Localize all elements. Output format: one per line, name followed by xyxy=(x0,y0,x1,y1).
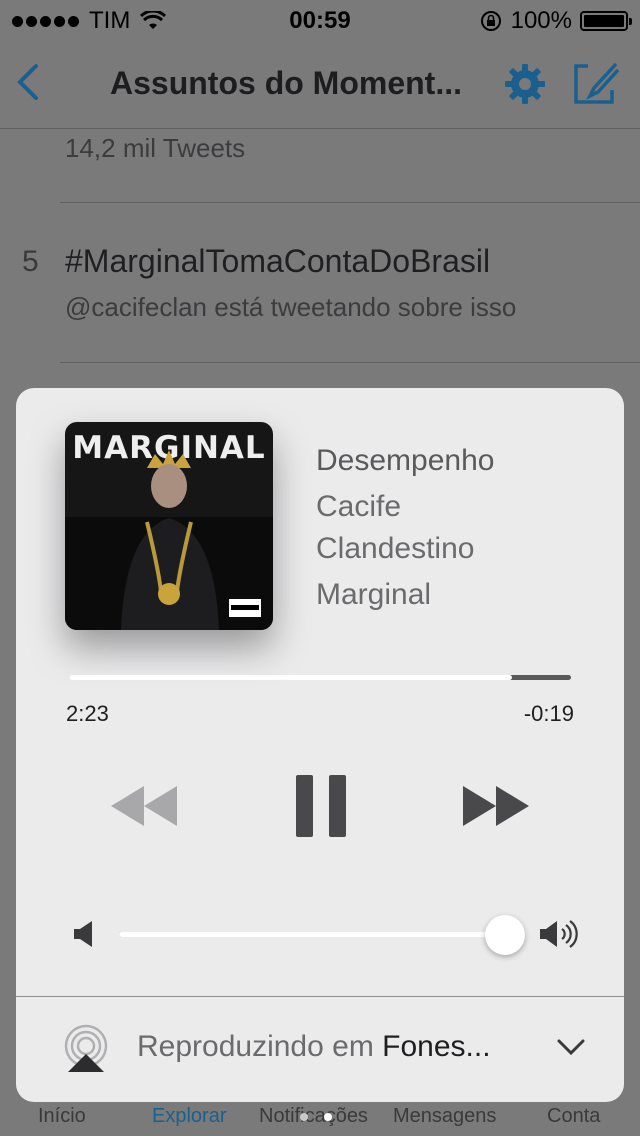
trend-hashtag[interactable]: #MarginalTomaContaDoBrasil xyxy=(65,243,490,280)
song-title: Desempenho xyxy=(316,444,495,477)
trend-subtitle: @cacifeclan está tweetando sobre isso xyxy=(65,292,517,322)
chevron-down-icon[interactable] xyxy=(556,1036,586,1058)
navigation-bar: Assuntos do Moment... xyxy=(0,40,640,129)
progress-bar[interactable] xyxy=(69,675,571,680)
airplay-prefix: Reproduzindo em xyxy=(137,1030,374,1063)
page-dot xyxy=(300,1113,308,1121)
status-right: 100% xyxy=(479,7,632,35)
elapsed-time: 2:23 xyxy=(66,701,109,726)
airplay-icon[interactable] xyxy=(62,1024,110,1072)
tab-conta[interactable]: Conta xyxy=(547,1105,600,1128)
battery-icon xyxy=(580,11,632,31)
gear-icon[interactable] xyxy=(503,62,547,106)
now-playing-panel: MARGINAL Desempenho Cacife Clandestino M… xyxy=(16,388,624,1102)
trend-rank: 5 xyxy=(22,245,39,278)
tab-inicio[interactable]: Início xyxy=(38,1105,86,1128)
page-indicator xyxy=(300,1113,332,1121)
list-divider xyxy=(60,202,640,203)
page-dot-active xyxy=(324,1113,332,1121)
status-bar: TIM 00:59 100% xyxy=(0,0,640,40)
battery-percent: 100% xyxy=(510,7,572,34)
progress-fill xyxy=(69,675,513,680)
album-art: MARGINAL xyxy=(65,422,273,630)
volume-slider[interactable] xyxy=(119,915,525,955)
back-chevron-icon[interactable] xyxy=(10,62,50,102)
tweet-count: 14,2 mil Tweets xyxy=(65,133,246,163)
tab-mensagens[interactable]: Mensagens xyxy=(393,1105,496,1128)
rewind-button[interactable] xyxy=(111,786,177,826)
volume-knob[interactable] xyxy=(484,915,525,955)
tab-explorar[interactable]: Explorar xyxy=(152,1105,226,1128)
fast-forward-button[interactable] xyxy=(463,786,529,826)
airplay-device: Fones... xyxy=(382,1030,491,1063)
artist-name: Cacife Clandestino xyxy=(316,490,475,565)
compose-icon[interactable] xyxy=(572,62,620,106)
volume-min-icon xyxy=(74,921,92,947)
rotation-lock-icon xyxy=(480,11,501,31)
album-name: Marginal xyxy=(316,578,432,611)
track-info: Desempenho Cacife Clandestino Marginal xyxy=(316,438,536,618)
panel-divider xyxy=(16,996,624,997)
volume-fill xyxy=(119,932,505,937)
remaining-time: -0:19 xyxy=(523,701,574,726)
volume-max-icon xyxy=(540,920,578,948)
list-divider xyxy=(60,362,640,363)
airplay-label[interactable]: Reproduzindo em Fones... xyxy=(137,1030,491,1064)
page-title: Assuntos do Moment... xyxy=(110,65,462,101)
pause-button[interactable] xyxy=(296,775,346,837)
